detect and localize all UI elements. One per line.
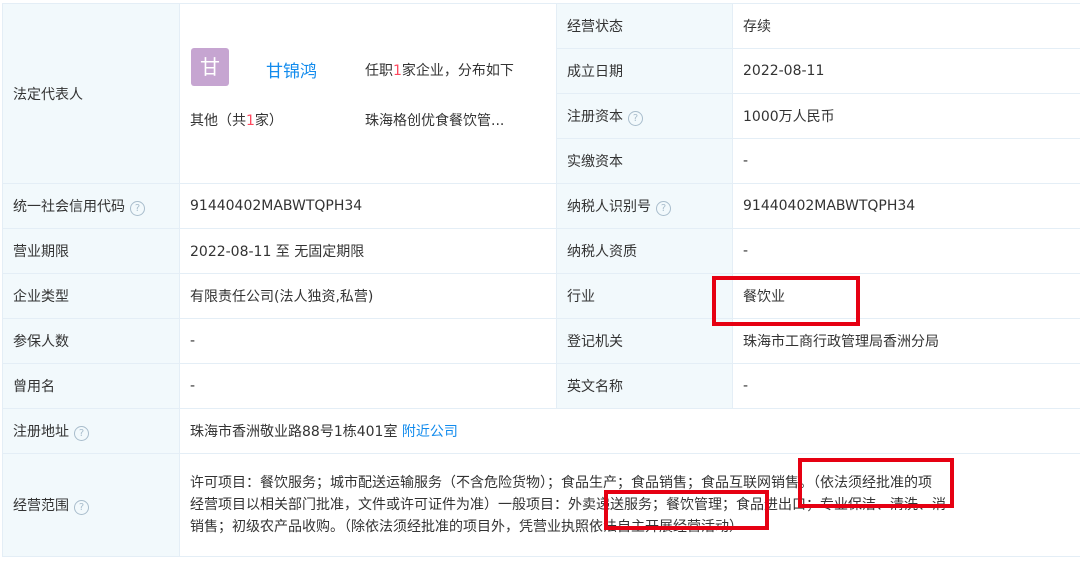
taxpayer-id-value: 91440402MABWTQPH34 <box>732 183 1080 229</box>
legal-rep-other-text: 其他（共1家） <box>190 113 283 129</box>
business-term-value: 2022-08-11 至 无固定期限 <box>179 228 557 274</box>
founded-value: 2022-08-11 <box>732 48 1080 94</box>
former-name-label: 曾用名 <box>2 363 180 409</box>
company-type-value: 有限责任公司(法人独资,私营) <box>179 273 557 319</box>
nearby-companies-link[interactable]: 附近公司 <box>402 424 458 440</box>
former-name-value: - <box>179 363 557 409</box>
english-name-value: - <box>732 363 1080 409</box>
registered-capital-value: 1000万人民币 <box>732 93 1080 139</box>
annotation-box-delivery <box>604 490 769 530</box>
address-label: 注册地址? <box>2 408 180 454</box>
industry-label: 行业 <box>556 273 733 319</box>
avatar[interactable]: 甘 <box>191 48 229 86</box>
status-value: 存续 <box>732 3 1080 49</box>
paid-capital-label: 实缴资本 <box>556 138 733 184</box>
annotation-box-online-sales <box>798 458 954 508</box>
business-term-label: 营业期限 <box>2 228 180 274</box>
legal-rep-label: 法定代表人 <box>2 3 180 184</box>
english-name-label: 英文名称 <box>556 363 733 409</box>
legal-rep-company-link[interactable]: 珠海格创优食餐饮管... <box>365 110 504 130</box>
help-icon[interactable]: ? <box>74 500 89 515</box>
company-type-label: 企业类型 <box>2 273 180 319</box>
company-info-panel: 法定代表人 甘 甘锦鸿 任职1家企业，分布如下 其他（共1家） 珠海格创优食餐饮… <box>0 0 1080 563</box>
legal-rep-cell: 甘 甘锦鸿 任职1家企业，分布如下 其他（共1家） 珠海格创优食餐饮管... <box>179 3 557 184</box>
help-icon[interactable]: ? <box>628 111 643 126</box>
status-label: 经营状态 <box>556 3 733 49</box>
taxpayer-qual-value: - <box>732 228 1080 274</box>
credit-code-label: 统一社会信用代码? <box>2 183 180 229</box>
address-value: 珠海市香洲敬业路88号1栋401室 附近公司 <box>179 408 1080 454</box>
registered-capital-label: 注册资本? <box>556 93 733 139</box>
taxpayer-qual-label: 纳税人资质 <box>556 228 733 274</box>
help-icon[interactable]: ? <box>656 201 671 216</box>
legal-rep-jobs-text: 任职1家企业，分布如下 <box>365 63 514 79</box>
help-icon[interactable]: ? <box>74 426 89 441</box>
insured-label: 参保人数 <box>2 318 180 364</box>
taxpayer-id-label: 纳税人识别号? <box>556 183 733 229</box>
scope-label: 经营范围? <box>2 453 180 557</box>
founded-label: 成立日期 <box>556 48 733 94</box>
annotation-box-industry <box>712 276 860 326</box>
paid-capital-value: - <box>732 138 1080 184</box>
insured-value: - <box>179 318 557 364</box>
legal-rep-name-link[interactable]: 甘锦鸿 <box>266 57 317 82</box>
credit-code-value: 91440402MABWTQPH34 <box>179 183 557 229</box>
authority-label: 登记机关 <box>556 318 733 364</box>
help-icon[interactable]: ? <box>130 201 145 216</box>
